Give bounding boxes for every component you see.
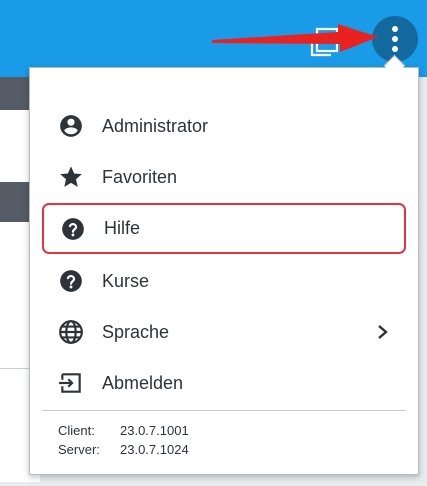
more-vert-icon-dot: [392, 36, 398, 42]
help-circle-icon: [58, 214, 88, 244]
menu-divider: [42, 410, 406, 411]
client-version: Client: 23.0.7.1001: [58, 423, 189, 438]
menu-item-kurse[interactable]: Kurse: [42, 258, 406, 304]
client-version-value: 23.0.7.1001: [120, 423, 189, 438]
menu-item-label: Kurse: [102, 270, 150, 291]
more-vert-icon-dot: [392, 46, 398, 52]
menu-item-label: Hilfe: [104, 218, 141, 238]
client-version-label: Client:: [58, 423, 95, 438]
menu-item-hilfe[interactable]: Hilfe: [42, 203, 406, 254]
menu-item-label: Administrator: [102, 115, 209, 136]
server-version-label: Server:: [58, 442, 100, 457]
menu-item-label: Abmelden: [102, 372, 184, 393]
help-circle-icon: [56, 266, 86, 296]
account-circle-icon: [56, 111, 86, 141]
star-icon: [56, 162, 86, 192]
menu-item-label: Sprache: [102, 321, 170, 342]
menu-item-sprache[interactable]: Sprache: [42, 309, 406, 355]
chevron-right-icon: [378, 325, 388, 339]
menu-item-abmelden[interactable]: Abmelden: [42, 360, 406, 406]
annotation-arrow: [212, 24, 378, 52]
menu-item-favoriten[interactable]: Favoriten: [42, 154, 406, 200]
menu-item-administrator[interactable]: Administrator: [42, 103, 406, 149]
server-version: Server: 23.0.7.1024: [58, 442, 189, 457]
user-menu: Administrator Favoriten Hilfe Kurse Spra…: [29, 67, 419, 475]
menu-item-label: Favoriten: [102, 166, 178, 187]
more-vert-icon: [392, 26, 398, 32]
logout-icon: [56, 368, 86, 398]
server-version-value: 23.0.7.1024: [120, 442, 189, 457]
globe-icon: [56, 317, 86, 347]
